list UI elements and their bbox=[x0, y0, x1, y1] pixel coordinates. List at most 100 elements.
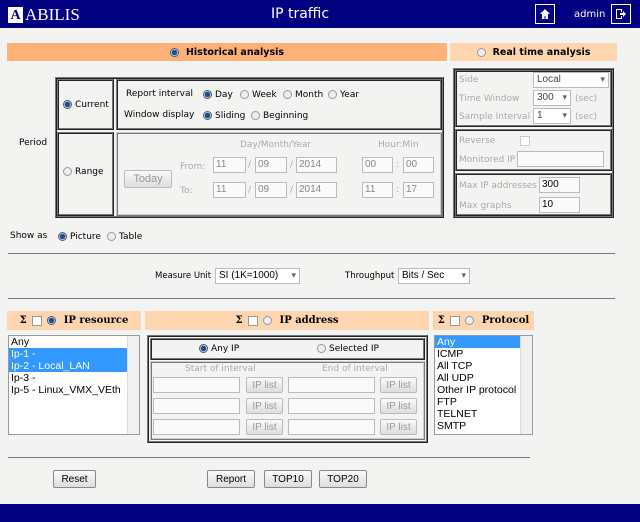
to-day[interactable]: 11 bbox=[213, 182, 246, 198]
ip-list-button[interactable]: IP list bbox=[246, 398, 283, 414]
top20-button[interactable]: TOP20 bbox=[319, 470, 367, 488]
beginning-radio[interactable] bbox=[251, 111, 260, 120]
protocol-radio[interactable] bbox=[464, 316, 474, 325]
realtime-radio[interactable] bbox=[476, 47, 486, 57]
list-item[interactable]: Any bbox=[435, 336, 532, 348]
ip-end-input[interactable] bbox=[288, 419, 375, 435]
list-item[interactable]: All TCP bbox=[435, 360, 532, 372]
year-radio[interactable] bbox=[328, 90, 337, 99]
ip-list-button[interactable]: IP list bbox=[246, 377, 283, 393]
throughput-select[interactable]: Bits / Sec bbox=[398, 268, 470, 284]
interval-month[interactable]: Month bbox=[283, 90, 323, 100]
ip-list-button[interactable]: IP list bbox=[246, 419, 283, 435]
footer-bar bbox=[0, 504, 640, 522]
ip-address-sum-checkbox[interactable] bbox=[247, 315, 258, 326]
max-ip-input[interactable]: 300 bbox=[539, 177, 580, 193]
measure-unit-select[interactable]: SI (1K=1000) bbox=[215, 268, 300, 284]
interval-week[interactable]: Week bbox=[240, 90, 277, 100]
scrollbar[interactable] bbox=[520, 336, 532, 434]
scrollbar[interactable] bbox=[127, 336, 139, 434]
range-radio[interactable] bbox=[63, 167, 72, 176]
ip-list-button[interactable]: IP list bbox=[380, 377, 417, 393]
list-item[interactable]: Other IP protocol bbox=[435, 384, 532, 396]
picture-radio[interactable] bbox=[58, 232, 67, 241]
list-item[interactable]: Ip-3 - bbox=[9, 372, 139, 384]
ip-end-input[interactable] bbox=[288, 398, 375, 414]
show-picture[interactable]: Picture bbox=[58, 232, 101, 242]
ip-end-input[interactable] bbox=[288, 377, 375, 393]
tab-historical[interactable]: Historical analysis bbox=[7, 43, 447, 61]
sample-interval-select[interactable]: 1 bbox=[533, 108, 571, 124]
list-item[interactable]: All UDP bbox=[435, 372, 532, 384]
ip-resource-radio[interactable] bbox=[46, 316, 56, 325]
home-icon[interactable] bbox=[535, 4, 555, 24]
report-interval-label: Report interval bbox=[126, 89, 194, 99]
logout-icon[interactable] bbox=[611, 4, 631, 24]
sliding-label: Sliding bbox=[215, 111, 246, 121]
day-label: Day bbox=[215, 90, 233, 100]
interval-year[interactable]: Year bbox=[328, 90, 359, 100]
ip-resource-list[interactable]: Any Ip-1 - Ip-2 - Local_LAN Ip-3 - Ip-5 … bbox=[8, 335, 140, 435]
ip-list-button[interactable]: IP list bbox=[380, 419, 417, 435]
to-min[interactable]: 17 bbox=[403, 182, 434, 198]
current-radio[interactable] bbox=[63, 100, 72, 109]
list-item[interactable]: ICMP bbox=[435, 348, 532, 360]
selected-ip-radio[interactable] bbox=[317, 344, 326, 353]
list-item[interactable]: TELNET bbox=[435, 408, 532, 420]
ip-address-radio[interactable] bbox=[262, 316, 272, 325]
window-beginning[interactable]: Beginning bbox=[251, 111, 308, 121]
list-item[interactable]: Ip-2 - Local_LAN bbox=[9, 360, 139, 372]
from-hour[interactable]: 00 bbox=[362, 157, 393, 173]
today-button[interactable]: Today bbox=[124, 170, 172, 188]
table-radio[interactable] bbox=[107, 232, 116, 241]
list-item[interactable]: SMTP bbox=[435, 420, 532, 432]
side-select[interactable]: Local bbox=[533, 72, 609, 88]
throughput-label: Throughput bbox=[345, 271, 395, 281]
header-bar: A ABILIS IP traffic admin bbox=[0, 0, 640, 28]
week-radio[interactable] bbox=[240, 90, 249, 99]
protocol-list[interactable]: Any ICMP All TCP All UDP Other IP protoc… bbox=[434, 335, 533, 435]
any-ip-radio[interactable] bbox=[199, 344, 208, 353]
current-option[interactable]: Current bbox=[63, 100, 109, 110]
interval-day[interactable]: Day bbox=[203, 90, 233, 100]
monitored-ip-input[interactable] bbox=[517, 151, 604, 167]
protocol-sum-checkbox[interactable] bbox=[449, 315, 460, 326]
report-button[interactable]: Report bbox=[207, 470, 255, 488]
time-window-select[interactable]: 300 bbox=[533, 90, 571, 106]
to-hour[interactable]: 11 bbox=[362, 182, 393, 198]
ip-start-input[interactable] bbox=[153, 419, 240, 435]
date-sep: / bbox=[290, 185, 294, 195]
window-sliding[interactable]: Sliding bbox=[203, 111, 245, 121]
historical-radio[interactable] bbox=[169, 47, 179, 57]
sample-interval-label: Sample Interval bbox=[459, 112, 531, 122]
from-day[interactable]: 11 bbox=[213, 157, 246, 173]
list-item[interactable]: Ip-1 - bbox=[9, 348, 139, 360]
tab-realtime[interactable]: Real time analysis bbox=[450, 43, 617, 61]
to-month[interactable]: 09 bbox=[255, 182, 287, 198]
list-item[interactable]: Ip-5 - Linux_VMX_VEth bbox=[9, 384, 139, 396]
top10-button[interactable]: TOP10 bbox=[264, 470, 312, 488]
to-year[interactable]: 2014 bbox=[296, 182, 337, 198]
ip-list-button[interactable]: IP list bbox=[380, 398, 417, 414]
ip-resource-sum-checkbox[interactable] bbox=[31, 315, 42, 326]
user-name: admin bbox=[574, 9, 606, 20]
from-min[interactable]: 00 bbox=[403, 157, 434, 173]
show-table[interactable]: Table bbox=[107, 232, 142, 242]
list-item[interactable]: Any bbox=[9, 336, 139, 348]
from-year[interactable]: 2014 bbox=[296, 157, 337, 173]
ip-resource-label: IP resource bbox=[63, 315, 129, 326]
max-graphs-input[interactable]: 10 bbox=[539, 197, 580, 213]
sliding-radio[interactable] bbox=[203, 111, 212, 120]
sec-label: (sec) bbox=[575, 112, 598, 122]
day-radio[interactable] bbox=[203, 90, 212, 99]
any-ip-option[interactable]: Any IP bbox=[199, 344, 239, 354]
ip-start-input[interactable] bbox=[153, 398, 240, 414]
list-item[interactable]: FTP bbox=[435, 396, 532, 408]
month-radio[interactable] bbox=[283, 90, 292, 99]
reverse-checkbox[interactable] bbox=[520, 136, 530, 146]
selected-ip-option[interactable]: Selected IP bbox=[317, 344, 379, 354]
range-option[interactable]: Range bbox=[63, 167, 104, 177]
reset-button[interactable]: Reset bbox=[53, 470, 96, 488]
ip-start-input[interactable] bbox=[153, 377, 240, 393]
from-month[interactable]: 09 bbox=[255, 157, 287, 173]
